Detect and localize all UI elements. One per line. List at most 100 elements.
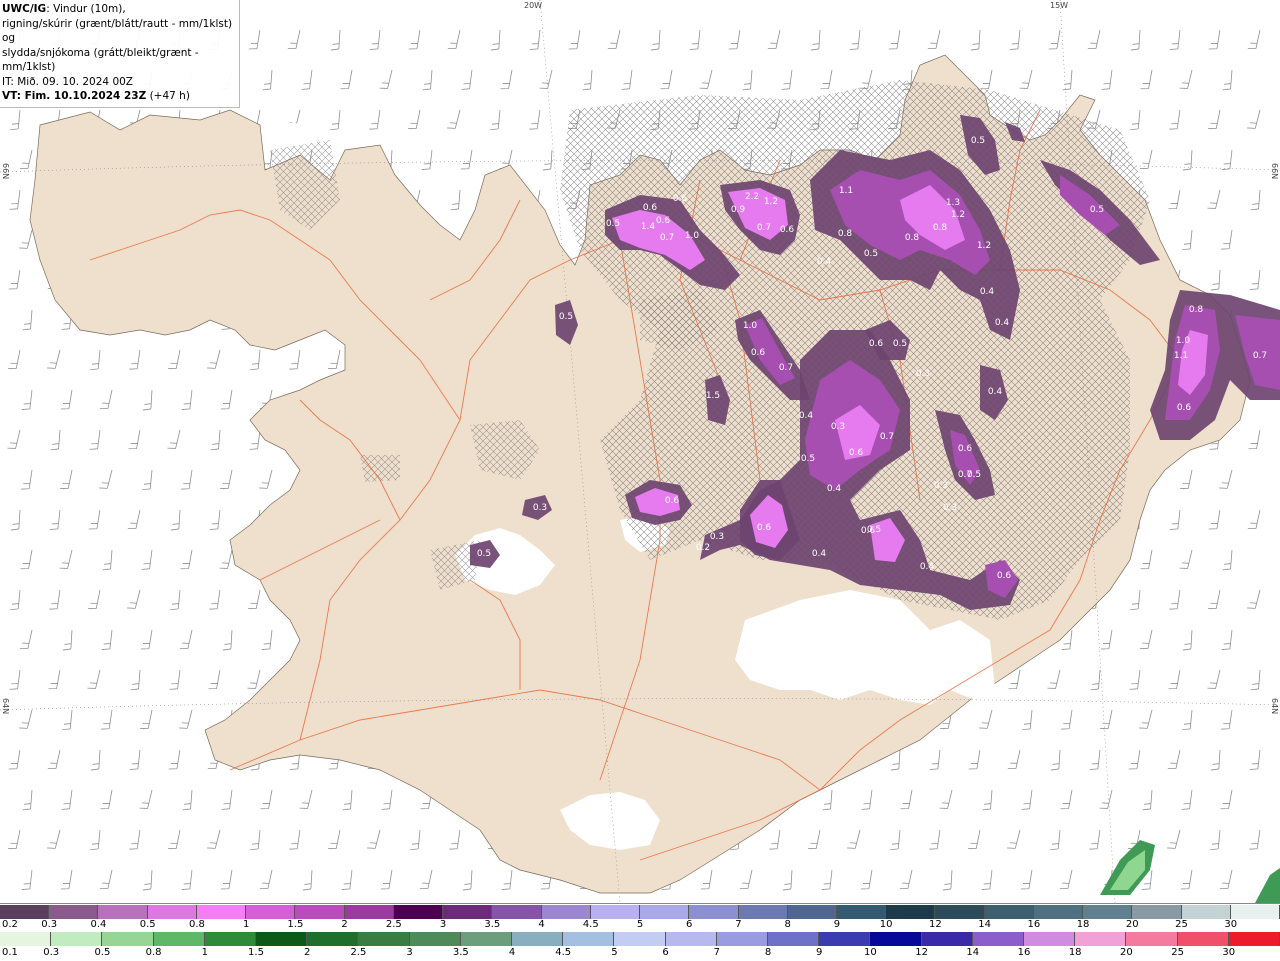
coord-top-20w: 20W <box>524 1 543 10</box>
legend-label: 0.3 <box>41 919 58 930</box>
legend-swatch <box>716 932 769 946</box>
coord-left-66n: 66N <box>1 163 10 180</box>
legend-swatch <box>640 905 690 919</box>
legend-swatch <box>787 905 837 919</box>
title-line3: slydda/snjókoma (grátt/bleikt/grænt - mm… <box>2 46 199 74</box>
precip-value-label: 1.0 <box>743 321 758 331</box>
precip-value-label: 0.4 <box>812 549 827 559</box>
precip-value-label: 0.6 <box>656 216 671 226</box>
precip-value-label: 0.2 <box>696 543 710 553</box>
legend-snow-labels: 0.2 0.3 0.4 0.5 0.8 1 1.5 2 2.5 3 3.5 4 4.5 5 6 7 8 9 10 12… <box>0 919 1280 931</box>
legend-swatch <box>1075 932 1127 946</box>
precip-value-label: 1.0 <box>1176 336 1191 346</box>
legend-swatch <box>541 905 591 919</box>
legend-label: 25 <box>1171 947 1184 958</box>
legend-label: 18 <box>1068 947 1082 958</box>
precip-value-label: 0.6 <box>665 496 680 506</box>
precip-value-label: 0.8 <box>933 223 948 233</box>
legend-swatch <box>1181 905 1231 919</box>
legend-label: 8 <box>784 919 791 930</box>
precip-value-label: 0.4 <box>988 387 1003 397</box>
legend-label: 10 <box>864 947 877 958</box>
precip-value-label: 0.6 <box>757 523 772 533</box>
coord-top-15w: 15W <box>1050 1 1069 10</box>
precip-value-label: 0.6 <box>780 225 795 235</box>
valid-time: VT: Fim. 10.10.2024 23Z <box>2 90 147 102</box>
legend-label: 14 <box>978 919 991 930</box>
precip-value-label: 0.7 <box>660 233 674 243</box>
precip-value-label: 0.6 <box>1177 403 1192 413</box>
precip-value-label: 0.5 <box>971 136 985 146</box>
legend-label: 0.5 <box>94 947 111 958</box>
precip-value-label: 0.5 <box>893 339 907 349</box>
precip-value-label: 0.5 <box>967 470 981 480</box>
legend-label: 16 <box>1017 947 1031 958</box>
precip-value-label: 0.7 <box>1253 351 1267 361</box>
precip-value-label: 0.4 <box>817 257 832 267</box>
legend-label: 0.1 <box>2 947 18 958</box>
precip-value-label: 0.3 <box>916 369 930 379</box>
legend-swatch <box>0 932 52 946</box>
legend-swatch <box>738 905 788 919</box>
legend-label: 9 <box>833 919 841 930</box>
precip-value-label: 1.0 <box>685 231 700 241</box>
precip-value-label: 0.6 <box>673 194 688 204</box>
precip-value-label: 0.4 <box>920 562 935 572</box>
precip-value-label: 0.3 <box>710 532 724 542</box>
precip-value-label: 1.2 <box>764 197 778 207</box>
legend-label: 9 <box>816 947 823 958</box>
legend-swatch <box>49 905 99 919</box>
legend-label: 3 <box>406 947 413 958</box>
legend-label: 16 <box>1027 919 1041 930</box>
legend-label: 2.5 <box>385 919 402 930</box>
legend-swatch <box>344 905 394 919</box>
weather-map[interactable]: 0.5 0.6 1.4 0.6 0.6 1.0 0.7 0.9 2.2 1.2 0.7 0.6 1.1 0… <box>0 0 1280 903</box>
legend-label: 5 <box>611 947 618 958</box>
legend-swatch <box>393 905 444 919</box>
legend-swatch <box>1177 932 1229 946</box>
precip-value-label: 0.6 <box>861 526 876 536</box>
legend-swatch <box>153 932 205 946</box>
legend-label: 25 <box>1175 919 1188 930</box>
legend-label: 3.5 <box>484 919 501 930</box>
precip-value-label: 0.3 <box>533 503 547 513</box>
legend-swatch <box>614 932 666 946</box>
legend-label: 0.4 <box>90 919 107 930</box>
legend-label: 20 <box>1125 919 1139 930</box>
legend-label: 0.8 <box>145 947 162 958</box>
coord-right-64n: 64N <box>1270 698 1279 715</box>
map-canvas[interactable]: 0.50.61.40.60.61.00.70.92.2 1.20.7 0.61.10… <box>0 0 1280 903</box>
legend-swatch <box>1083 905 1133 919</box>
precip-value-label: 0.3 <box>831 422 845 432</box>
precip-value-label: 0.5 <box>559 312 573 322</box>
precip-value-label: 0.3 <box>943 503 957 513</box>
precip-value-label: 0.4 <box>980 287 995 297</box>
precip-value-label: 1.2 <box>977 241 991 251</box>
precip-value-label: 0.5 <box>801 454 815 464</box>
legend-label: 2.5 <box>350 947 367 958</box>
legend-label: 1.5 <box>287 919 304 930</box>
legend-label: 6 <box>662 947 669 958</box>
legend-swatch <box>1126 932 1178 946</box>
precip-value-label: 0.8 <box>905 233 920 243</box>
precip-value-label: 0.7 <box>757 223 771 233</box>
legend-label: 14 <box>966 947 980 958</box>
legend-label: 1 <box>242 919 250 930</box>
legend-swatch <box>102 932 154 946</box>
precip-value-label: 0.8 <box>1189 305 1204 315</box>
legend-label: 10 <box>879 919 893 930</box>
legend-label: 0.3 <box>43 947 60 958</box>
legend-swatch <box>204 932 257 946</box>
legend-swatch <box>972 932 1025 946</box>
legend-label: 30 <box>1224 919 1238 930</box>
precip-value-label: 0.5 <box>477 549 491 559</box>
legend-swatch <box>836 905 887 919</box>
legend-swatch <box>590 905 641 919</box>
legend-label: 6 <box>686 919 693 930</box>
legend-snow-scale <box>0 905 1280 919</box>
coord-left-64n: 64N <box>1 698 10 715</box>
precip-value-label: 0.9 <box>731 205 746 215</box>
legend-swatch <box>358 932 410 946</box>
precip-value-label: 0.3 <box>934 481 948 491</box>
legend-rain-labels: 0.1 0.3 0.5 0.8 1 1.5 2 2.5 3 3.5 4 4.5 5 6 7 8 9 10 12 14 1… <box>0 947 1280 959</box>
